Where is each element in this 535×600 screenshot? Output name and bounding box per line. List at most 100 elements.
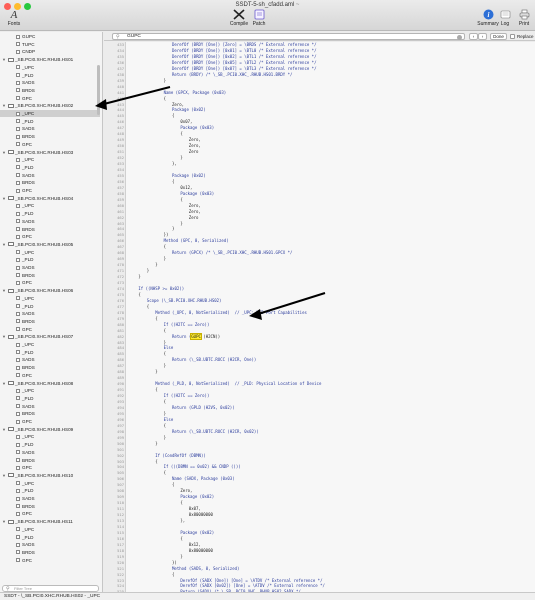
tree-item-row[interactable]: _UPC bbox=[0, 387, 100, 394]
tree-item-row[interactable]: BRDS bbox=[0, 87, 100, 94]
tree-item-row[interactable]: _UPC bbox=[0, 295, 100, 302]
tree-item-row[interactable]: GUPC bbox=[0, 33, 100, 40]
find-input[interactable]: ⚲ GUPC bbox=[112, 33, 465, 40]
tree-folder-row[interactable]: ▼ _SB.PCI0.XHC.RHUB.HS02 bbox=[0, 102, 100, 109]
tree-item-row[interactable]: GPC bbox=[0, 464, 100, 471]
filter-tree-input[interactable]: ⚲ Filter Tree bbox=[2, 585, 99, 592]
code-line: } bbox=[180, 554, 182, 559]
disclosure-triangle-icon[interactable]: ▼ bbox=[2, 241, 6, 248]
disclosure-triangle-icon[interactable]: ▼ bbox=[2, 149, 6, 156]
replace-checkbox[interactable] bbox=[510, 34, 515, 39]
tree-item-row[interactable]: _PLD bbox=[0, 441, 100, 448]
tree-item-row[interactable]: GPC bbox=[0, 557, 100, 564]
tree-item-row[interactable]: GPC bbox=[0, 233, 100, 240]
tree-item-row[interactable]: SADS bbox=[0, 79, 100, 86]
tree-item-row[interactable]: _UPC bbox=[0, 202, 100, 209]
find-next-button[interactable]: › bbox=[478, 33, 487, 40]
tree-item-row[interactable]: BRDS bbox=[0, 133, 100, 140]
tree-item-row[interactable]: SADS bbox=[0, 356, 100, 363]
tree-folder-row[interactable]: ▼ _SB.PCI0.XHC.RHUB.HS04 bbox=[0, 195, 100, 202]
method-icon bbox=[16, 111, 20, 116]
tree-item-row[interactable]: SADS bbox=[0, 264, 100, 271]
disclosure-triangle-icon[interactable]: ▼ bbox=[2, 472, 6, 479]
tree-item-row[interactable]: _PLD bbox=[0, 164, 100, 171]
tree-item-row[interactable]: _UPC bbox=[0, 156, 100, 163]
disclosure-triangle-icon[interactable]: ▼ bbox=[2, 518, 6, 525]
tree-item-row[interactable]: SADS bbox=[0, 125, 100, 132]
tree-folder-row[interactable]: ▼ _SB.PCI0.XHC.RHUB.HS06 bbox=[0, 287, 100, 294]
tree-item-row[interactable]: GPC bbox=[0, 187, 100, 194]
tree-item-row[interactable]: BRDS bbox=[0, 457, 100, 464]
find-previous-button[interactable]: ‹ bbox=[469, 33, 478, 40]
tree-item-row[interactable]: _UPC bbox=[0, 249, 100, 256]
tree-item-row[interactable]: SADS bbox=[0, 218, 100, 225]
tree-item-row[interactable]: _PLD bbox=[0, 118, 100, 125]
tree-folder-row[interactable]: ▼ _SB.PCI0.XHC.RHUB.HS01 bbox=[0, 56, 100, 63]
tree-item-row[interactable]: BRDS bbox=[0, 503, 100, 510]
clear-search-icon[interactable] bbox=[457, 35, 462, 40]
tree-item-row[interactable]: _UPC bbox=[0, 341, 100, 348]
code-line-text: Zero, bbox=[188, 137, 201, 143]
sidebar-scrollbar[interactable] bbox=[97, 65, 100, 115]
code-editor[interactable]: 433 434 435 436 437 438 439 440 441 442 443 444 445 4… bbox=[104, 42, 535, 592]
code-line: } bbox=[155, 441, 157, 446]
tree-item-row[interactable]: SADS bbox=[0, 449, 100, 456]
tree-item-row[interactable]: GPC bbox=[0, 95, 100, 102]
patch-button[interactable]: Patch bbox=[245, 9, 273, 29]
tree-item-row[interactable]: SADS bbox=[0, 541, 100, 548]
disclosure-triangle-icon[interactable]: ▼ bbox=[2, 287, 6, 294]
tree-item-row[interactable]: TUPC bbox=[0, 41, 100, 48]
tree-item-row[interactable]: _UPC bbox=[0, 480, 100, 487]
fonts-button[interactable]: A Fonts bbox=[0, 10, 28, 30]
tree-item-row[interactable]: BRDS bbox=[0, 318, 100, 325]
tree-item-row[interactable]: _PLD bbox=[0, 349, 100, 356]
tree-item-row[interactable]: _PLD bbox=[0, 534, 100, 541]
done-button[interactable]: Done bbox=[490, 33, 507, 40]
tree-item-row[interactable]: _PLD bbox=[0, 303, 100, 310]
tree-item-row[interactable]: SADS bbox=[0, 310, 100, 317]
print-button[interactable]: Print bbox=[514, 9, 534, 29]
tree-item-row[interactable]: _UPC bbox=[0, 110, 100, 117]
disclosure-triangle-icon[interactable]: ▼ bbox=[2, 56, 6, 63]
tree-folder-row[interactable]: ▼ _SB.PCI0.XHC.RHUB.HS07 bbox=[0, 333, 100, 340]
tree-folder-row[interactable]: ▼ _SB.PCI0.XHC.RHUB.HS03 bbox=[0, 149, 100, 156]
tree-item-row[interactable]: BRDS bbox=[0, 179, 100, 186]
tree-item-row[interactable]: GPC bbox=[0, 372, 100, 379]
tree-item-row[interactable]: SADS bbox=[0, 172, 100, 179]
disclosure-triangle-icon[interactable]: ▼ bbox=[2, 102, 6, 109]
tree-item-row[interactable]: _PLD bbox=[0, 256, 100, 263]
tree-item-row[interactable]: CNDP bbox=[0, 48, 100, 55]
tree-item-row[interactable]: GPC bbox=[0, 279, 100, 286]
disclosure-triangle-icon[interactable]: ▼ bbox=[2, 426, 6, 433]
tree-item-row[interactable]: BRDS bbox=[0, 410, 100, 417]
tree-item-row[interactable]: GPC bbox=[0, 326, 100, 333]
tree-item-row[interactable]: _UPC bbox=[0, 433, 100, 440]
tree-item-row[interactable]: _PLD bbox=[0, 395, 100, 402]
disclosure-triangle-icon[interactable]: ▼ bbox=[2, 195, 6, 202]
tree-label: _UPC bbox=[22, 526, 35, 532]
tree-item-row[interactable]: BRDS bbox=[0, 226, 100, 233]
tree-folder-row[interactable]: ▼ _SB.PCI0.XHC.RHUB.HS09 bbox=[0, 426, 100, 433]
tree-item-row[interactable]: BRDS bbox=[0, 364, 100, 371]
disclosure-triangle-icon[interactable]: ▼ bbox=[2, 333, 6, 340]
tree-item-row[interactable]: BRDS bbox=[0, 549, 100, 556]
scope-folder-icon bbox=[8, 103, 14, 108]
disclosure-triangle-icon[interactable]: ▼ bbox=[2, 380, 6, 387]
tree-item-row[interactable]: GPC bbox=[0, 141, 100, 148]
tree-item-row[interactable]: _PLD bbox=[0, 210, 100, 217]
tree-item-row[interactable]: GPC bbox=[0, 418, 100, 425]
tree-item-row[interactable]: SADS bbox=[0, 495, 100, 502]
tree-item-row[interactable]: _PLD bbox=[0, 487, 100, 494]
tree-folder-row[interactable]: ▼ _SB.PCI0.XHC.RHUB.HS11 bbox=[0, 518, 100, 525]
tree-label: _UPC bbox=[22, 388, 35, 394]
log-button[interactable]: Log bbox=[496, 9, 514, 29]
tree-item-row[interactable]: SADS bbox=[0, 403, 100, 410]
tree-item-row[interactable]: _UPC bbox=[0, 526, 100, 533]
tree-item-row[interactable]: _UPC bbox=[0, 64, 100, 71]
tree-item-row[interactable]: BRDS bbox=[0, 272, 100, 279]
tree-folder-row[interactable]: ▼ _SB.PCI0.XHC.RHUB.HS05 bbox=[0, 241, 100, 248]
tree-folder-row[interactable]: ▼ _SB.PCI0.XHC.RHUB.HS10 bbox=[0, 472, 100, 479]
tree-item-row[interactable]: GPC bbox=[0, 510, 100, 517]
tree-item-row[interactable]: _PLD bbox=[0, 72, 100, 79]
tree-folder-row[interactable]: ▼ _SB.PCI0.XHC.RHUB.HS08 bbox=[0, 380, 100, 387]
